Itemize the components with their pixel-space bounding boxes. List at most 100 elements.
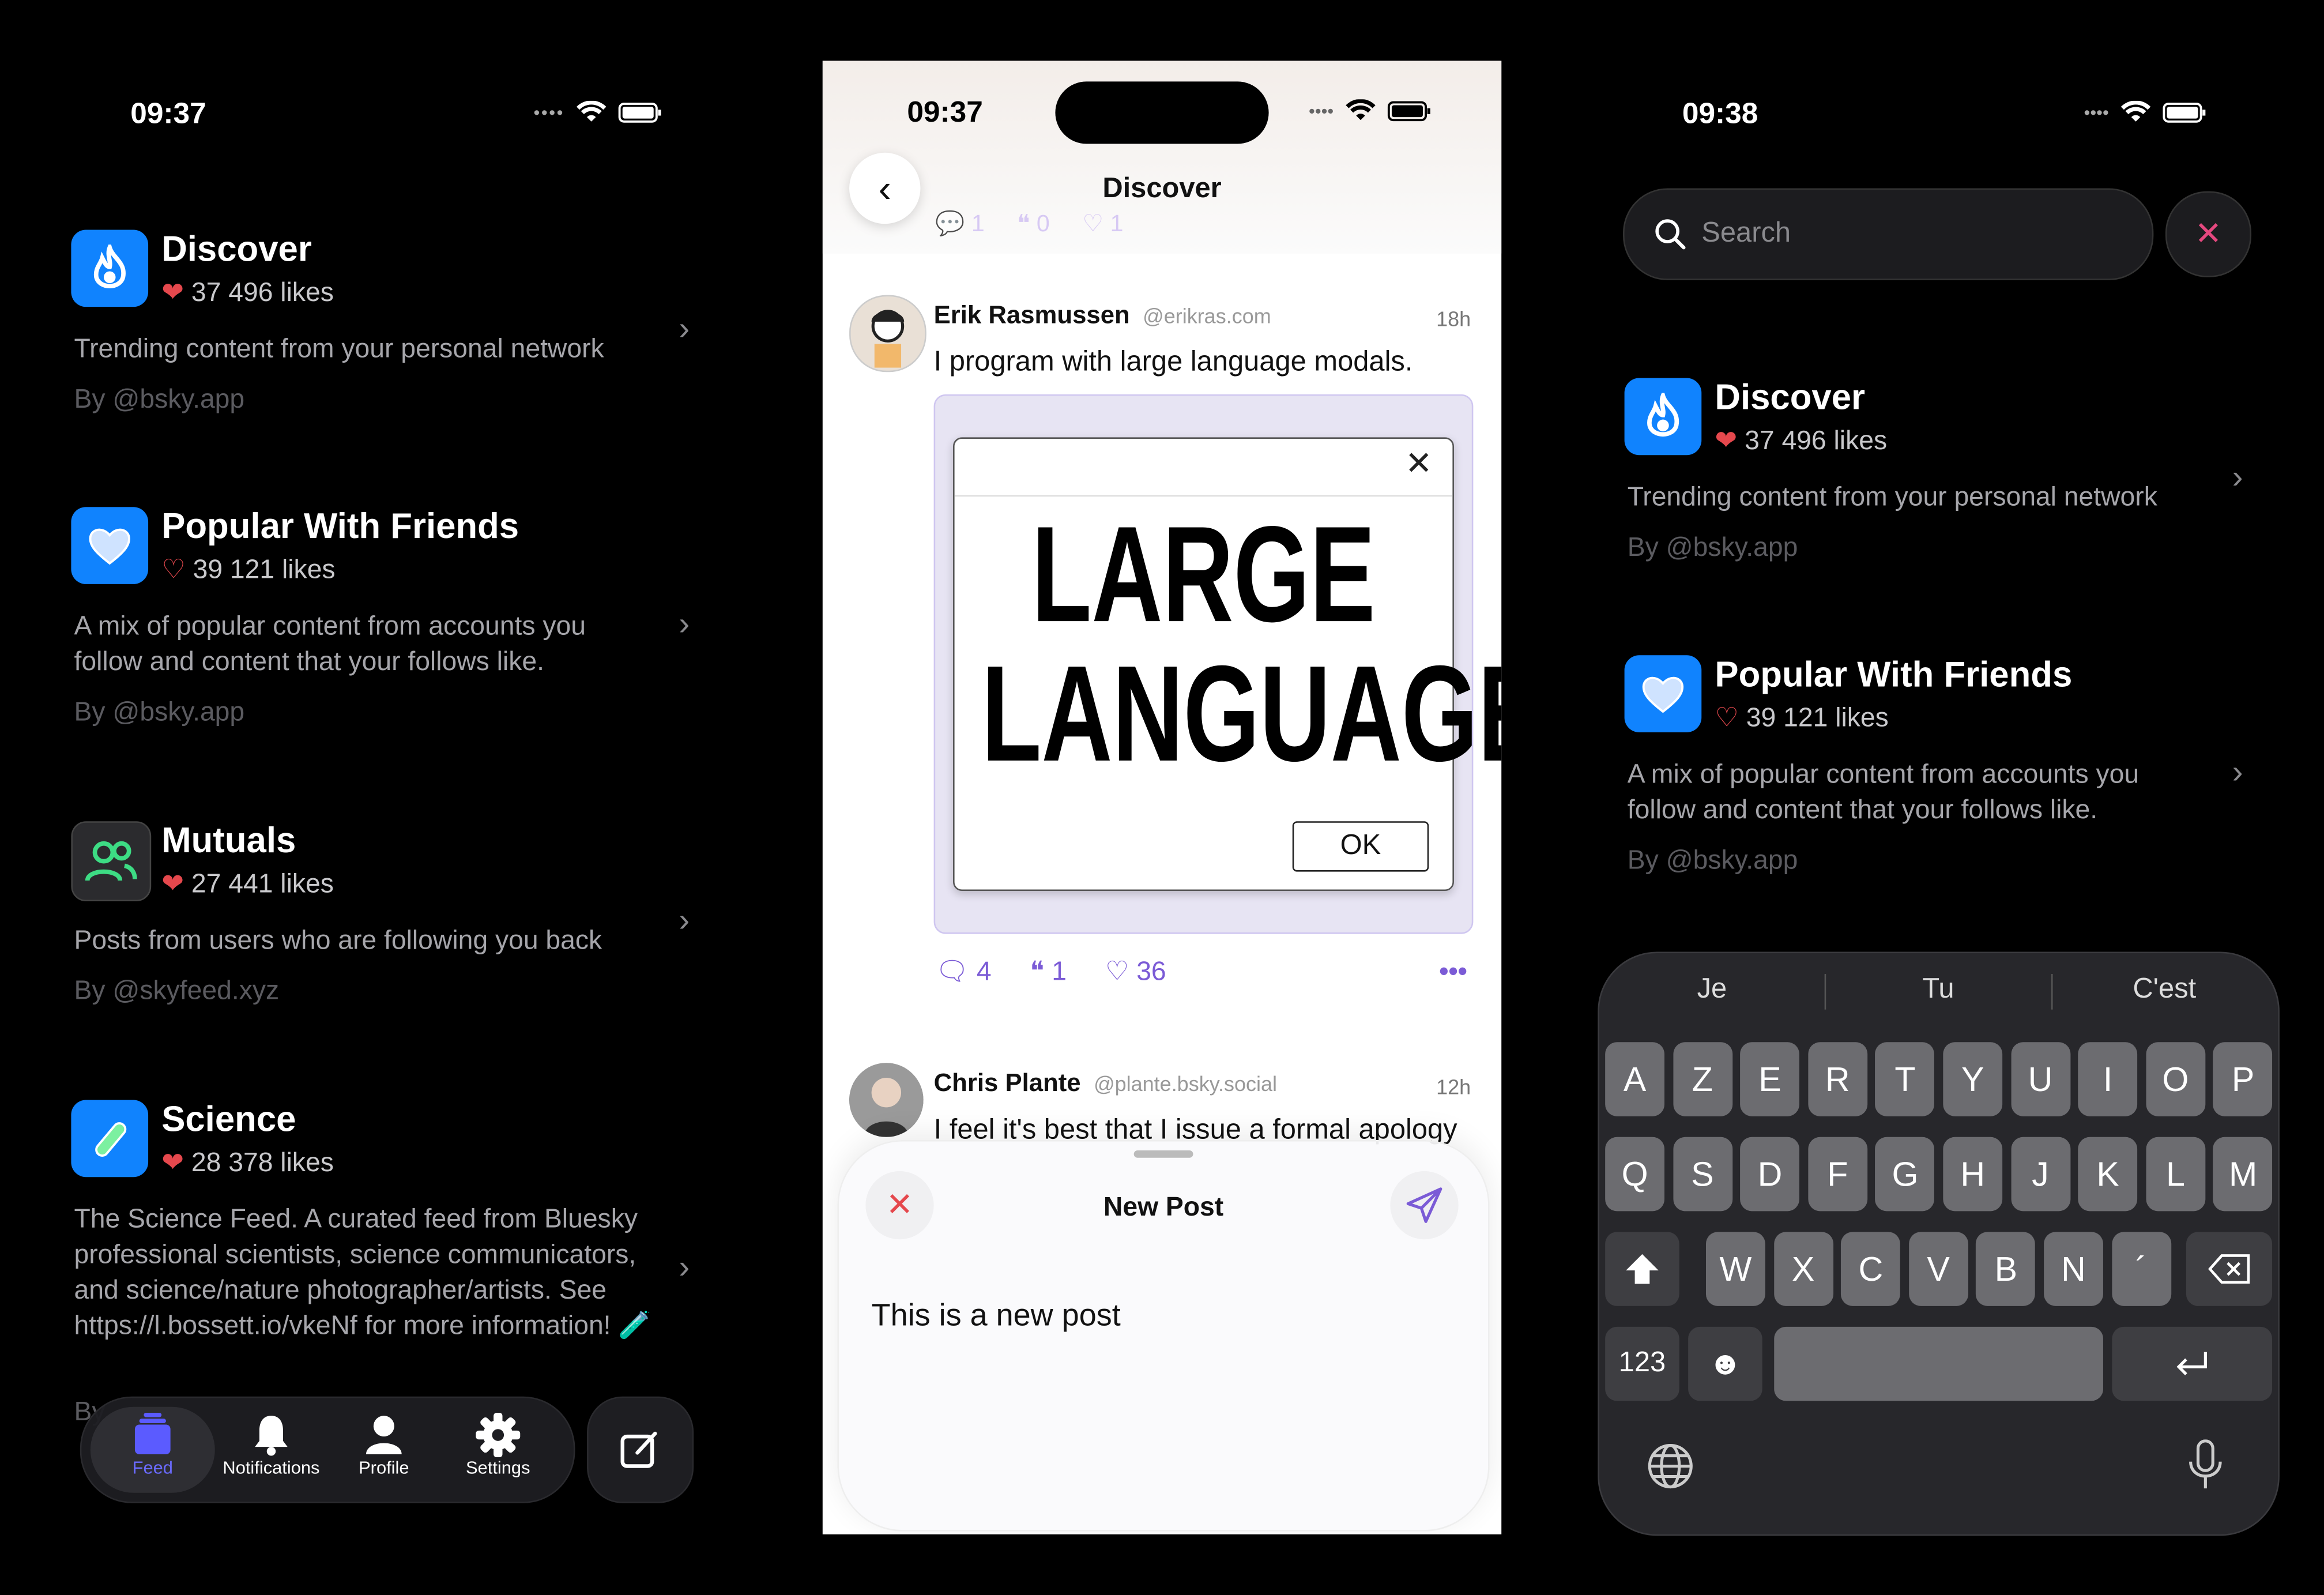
key[interactable]: H <box>1943 1137 2003 1212</box>
search-input[interactable]: Search <box>1701 218 1791 251</box>
likes-count: 28 378 likes <box>191 1147 334 1178</box>
status-time: 09:38 <box>1682 97 1758 131</box>
dynamic-island <box>1055 81 1269 144</box>
heart-icon <box>1624 655 1702 732</box>
return-key[interactable] <box>2112 1326 2273 1401</box>
reply-button[interactable]: 🗨 4 <box>935 956 991 987</box>
avatar[interactable] <box>849 1063 924 1137</box>
author-name[interactable]: Chris Plante <box>934 1069 1081 1097</box>
heart-icon: ❤ <box>161 1147 184 1178</box>
key[interactable]: K <box>2078 1137 2138 1212</box>
key[interactable]: V <box>1908 1232 1968 1306</box>
tab-feed[interactable]: Feed <box>99 1412 206 1479</box>
status-icons: •••• <box>2084 100 2207 125</box>
left-screen: 09:37 •••• Discover ❤ 37 496 likes Trend… <box>44 44 726 1542</box>
key[interactable]: Z <box>1673 1042 1732 1116</box>
wifi-icon <box>1345 99 1376 121</box>
avatar[interactable] <box>849 295 926 373</box>
battery-icon <box>1387 101 1430 122</box>
key[interactable]: G <box>1875 1137 1935 1212</box>
quote-button[interactable]: ❝ 1 <box>1030 956 1067 987</box>
author-handle[interactable]: @plante.bsky.social <box>1094 1072 1277 1096</box>
key[interactable]: P <box>2213 1042 2273 1116</box>
key[interactable]: R <box>1807 1042 1867 1116</box>
suggestion[interactable]: C'est <box>2133 974 2196 1007</box>
post-textarea[interactable]: This is a new post <box>872 1299 1121 1334</box>
signal-icon: •••• <box>2084 102 2109 123</box>
tab-profile[interactable]: Profile <box>337 1413 432 1478</box>
feed-author: By @skyfeed.xyz <box>74 975 280 1006</box>
flame-icon <box>1624 378 1702 456</box>
status-time: 09:37 <box>907 96 983 129</box>
shift-key[interactable] <box>1605 1232 1679 1306</box>
key[interactable]: L <box>2145 1137 2205 1212</box>
like-button[interactable]: ♡ 36 <box>1105 956 1166 987</box>
shift-icon <box>1626 1254 1659 1284</box>
like-count[interactable]: ♡ 1 <box>1082 209 1123 238</box>
author-name[interactable]: Erik Rasmussen <box>934 301 1130 329</box>
compose-button[interactable] <box>587 1396 694 1503</box>
test-tube-icon <box>71 1100 149 1178</box>
globe-icon[interactable] <box>1647 1442 1694 1497</box>
feed-author: By @bsky.app <box>1627 532 1798 562</box>
key[interactable]: O <box>2145 1042 2205 1116</box>
key[interactable]: U <box>2010 1042 2070 1116</box>
quote-icon: ❝ <box>1030 956 1045 986</box>
person-icon <box>366 1416 402 1454</box>
author-handle[interactable]: @erikras.com <box>1143 304 1271 328</box>
heart-icon: ❤ <box>161 277 184 307</box>
chevron-right-icon: › <box>2232 458 2243 495</box>
key[interactable]: S <box>1673 1137 1732 1212</box>
chevron-right-icon: › <box>2232 753 2243 791</box>
key[interactable]: N <box>2044 1232 2103 1306</box>
post-image[interactable]: ✕ LARGE LANGUAGE OK <box>933 394 1501 934</box>
feed-author: By @bsky.app <box>74 697 245 727</box>
search-bar[interactable]: Search <box>1623 188 2154 280</box>
suggestion[interactable]: Je <box>1697 974 1727 1007</box>
send-icon <box>1406 1187 1442 1223</box>
key[interactable]: B <box>1976 1232 2036 1306</box>
chevron-right-icon: › <box>679 1248 690 1285</box>
key[interactable]: Q <box>1605 1137 1665 1212</box>
tab-label: Feed <box>132 1457 173 1479</box>
key[interactable]: J <box>2010 1137 2070 1212</box>
feed-likes: ♡ 39 121 likes <box>1715 703 1888 734</box>
key[interactable]: ´ <box>2111 1232 2171 1306</box>
microphone-icon[interactable] <box>2186 1439 2225 1497</box>
feed-description: Trending content from your personal netw… <box>74 333 604 363</box>
tab-notifications[interactable]: Notifications <box>215 1413 327 1478</box>
suggestion[interactable]: Tu <box>1922 974 1954 1007</box>
key[interactable]: D <box>1740 1137 1800 1212</box>
quote-count[interactable]: ❝ 0 <box>1017 209 1049 238</box>
space-key[interactable] <box>1774 1326 2103 1401</box>
close-icon: ✕ <box>1405 445 1433 482</box>
key[interactable]: E <box>1740 1042 1800 1116</box>
heart-icon: ❤ <box>161 868 184 898</box>
key[interactable]: Y <box>1943 1042 2003 1116</box>
key[interactable]: C <box>1841 1232 1901 1306</box>
key[interactable]: A <box>1605 1042 1665 1116</box>
key[interactable]: I <box>2078 1042 2138 1116</box>
tab-settings[interactable]: Settings <box>446 1412 550 1478</box>
more-options-icon[interactable]: ••• <box>1439 956 1467 987</box>
key[interactable]: M <box>2213 1137 2273 1212</box>
reply-count[interactable]: 💬 1 <box>935 209 985 238</box>
heart-icon <box>71 507 149 584</box>
drag-handle[interactable] <box>1133 1150 1193 1158</box>
feed-icon <box>134 1412 171 1454</box>
send-button[interactable] <box>1390 1171 1459 1240</box>
emoji-key[interactable]: ☻ <box>1688 1326 1762 1401</box>
feed-author: By @bsky.app <box>1627 845 1798 875</box>
key[interactable]: X <box>1773 1232 1833 1306</box>
key[interactable]: T <box>1875 1042 1935 1116</box>
divider <box>2051 974 2053 1010</box>
backspace-key[interactable] <box>2186 1232 2273 1306</box>
key[interactable]: W <box>1705 1232 1765 1306</box>
feed-title: Discover <box>1715 378 1866 418</box>
key[interactable]: F <box>1807 1137 1867 1212</box>
likes-count: 27 441 likes <box>191 868 334 898</box>
cancel-search-button[interactable]: ✕ <box>2165 191 2252 277</box>
battery-icon <box>618 103 661 123</box>
numbers-key[interactable]: 123 <box>1605 1326 1679 1401</box>
post-time: 18h <box>1436 307 1471 331</box>
